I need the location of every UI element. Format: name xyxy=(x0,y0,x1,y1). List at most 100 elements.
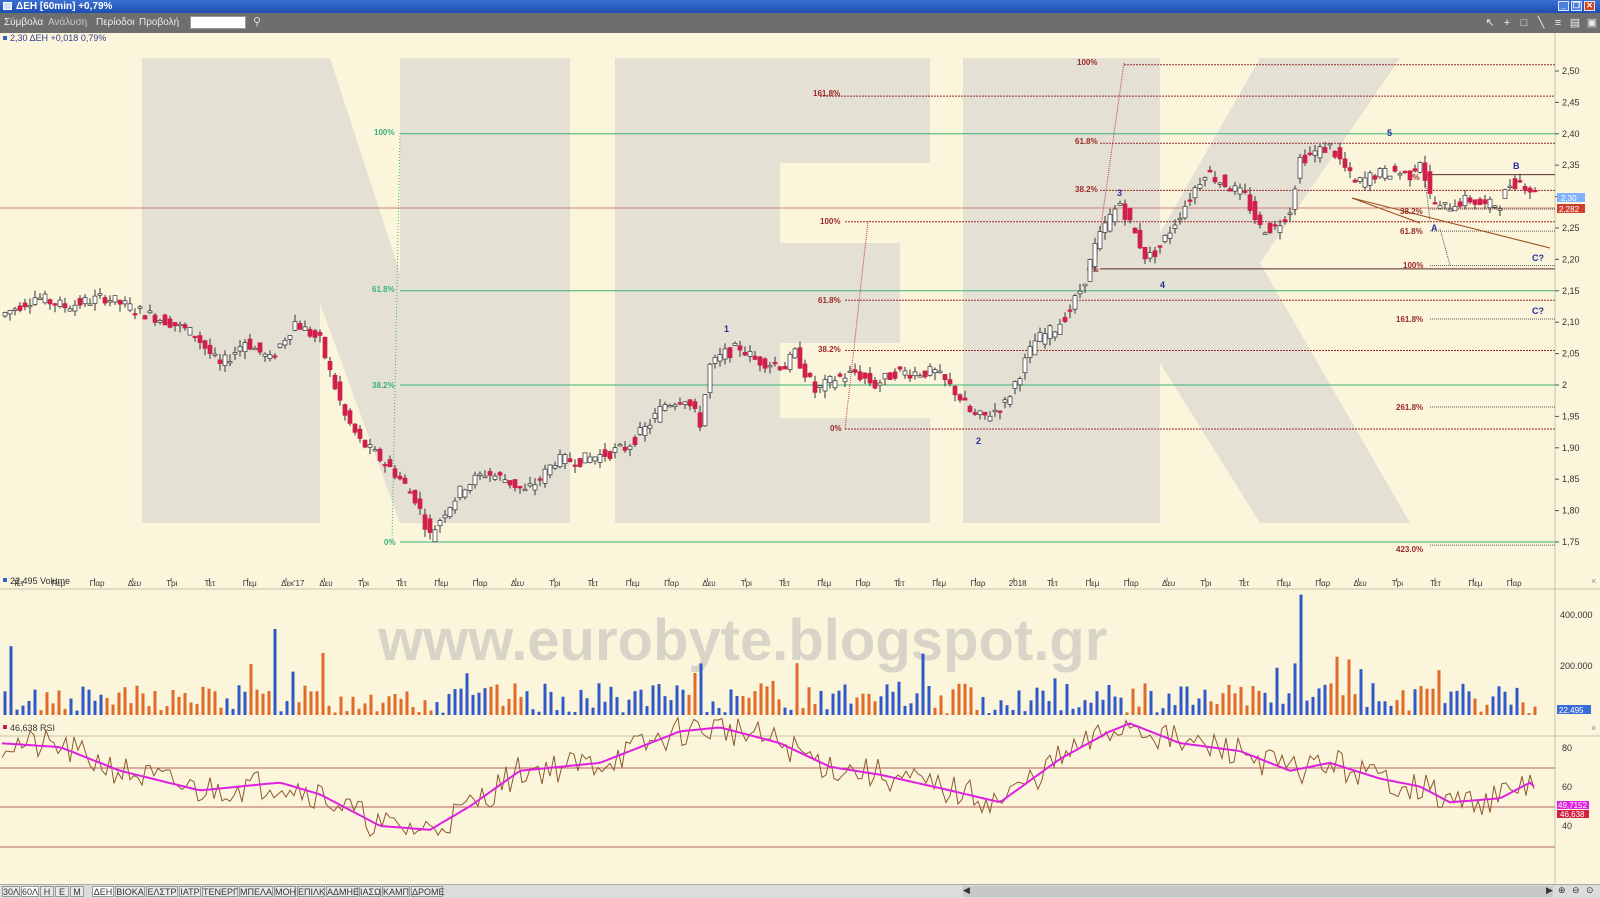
volume-bar xyxy=(765,686,769,715)
candle xyxy=(22,302,28,308)
candle xyxy=(482,475,488,478)
tab-period[interactable]: Ε xyxy=(55,886,69,897)
line-tool-icon[interactable]: ╲ xyxy=(1534,16,1548,30)
candle xyxy=(872,379,878,389)
candle xyxy=(87,303,93,306)
candle xyxy=(1307,152,1313,155)
volume-bar xyxy=(1527,713,1531,715)
volume-bar xyxy=(519,696,523,715)
candle xyxy=(112,295,118,303)
tab-symbol[interactable]: ΑΔΜΗΕ xyxy=(326,886,359,897)
volume-bar xyxy=(873,701,877,715)
volume-bar xyxy=(1503,691,1507,715)
search-input[interactable] xyxy=(190,16,246,29)
candle xyxy=(862,372,868,379)
close-pane-icon[interactable]: × xyxy=(1591,723,1596,733)
volume-bar xyxy=(693,673,697,715)
wave-label-5: 5 xyxy=(1387,128,1392,138)
volume-bar xyxy=(1053,678,1057,715)
rectangle-icon[interactable]: □ xyxy=(1517,16,1531,30)
volume-bar xyxy=(339,696,343,715)
volume-bar xyxy=(1431,688,1435,715)
save-icon[interactable]: ▣ xyxy=(1585,16,1599,30)
horizontal-scrollbar[interactable] xyxy=(963,886,1553,897)
rsi-tick: 60 xyxy=(1562,782,1572,792)
candle xyxy=(867,373,873,384)
volume-bar xyxy=(465,673,469,715)
volume-bar xyxy=(909,703,913,715)
volume-bar xyxy=(177,696,181,715)
candle xyxy=(322,336,328,359)
tab-symbol[interactable]: ΤΕΝΕΡΓ xyxy=(202,886,238,897)
tab-period[interactable]: 30Λ xyxy=(2,886,20,897)
volume-bar xyxy=(609,686,613,715)
menu-analysis[interactable]: Ανάλυση xyxy=(48,17,87,28)
menu-lines-icon[interactable]: ≡ xyxy=(1551,16,1565,30)
scroll-left-icon[interactable]: ◀ xyxy=(963,885,970,896)
time-label: Τετ xyxy=(13,579,25,588)
volume-bar xyxy=(1209,701,1213,715)
tab-symbol[interactable]: ΜΟΗ xyxy=(274,886,296,897)
menu-symbols[interactable]: Σύμβολα xyxy=(4,17,43,28)
tab-symbol[interactable]: ΔΕΗ xyxy=(92,886,114,897)
volume-bar xyxy=(789,709,793,715)
fib-label: 61.8% xyxy=(1075,137,1098,146)
tab-symbol[interactable]: ΕΠΙΛΚ xyxy=(297,886,325,897)
layers-icon[interactable]: ▤ xyxy=(1568,16,1582,30)
close-pane-icon[interactable]: × xyxy=(1591,576,1596,586)
minimize-icon[interactable]: _ xyxy=(1558,1,1569,11)
volume-bar xyxy=(711,701,715,715)
volume-bar xyxy=(159,710,163,715)
zoom-fit-icon[interactable]: ⊙ xyxy=(1586,885,1594,896)
candle xyxy=(107,300,113,303)
zoom-out-icon[interactable]: ⊖ xyxy=(1572,885,1580,896)
candle xyxy=(1177,217,1183,221)
candle xyxy=(1072,295,1078,310)
candle xyxy=(402,477,408,484)
tab-period[interactable]: 60Λ xyxy=(21,886,39,897)
volume-bar xyxy=(1011,709,1015,715)
zoom-in-icon[interactable]: ⊕ xyxy=(1558,885,1566,896)
volume-bar xyxy=(417,712,421,715)
volume-bar xyxy=(1251,686,1255,715)
volume-bar xyxy=(813,703,817,715)
tab-symbol[interactable]: ΕΛΣΤΡ xyxy=(146,886,178,897)
candle xyxy=(1327,143,1333,146)
candle xyxy=(1477,198,1483,206)
tab-symbol[interactable]: ΔΡΟΜΕ xyxy=(411,886,445,897)
volume-bar xyxy=(237,685,241,715)
volume-bar xyxy=(999,700,1003,715)
tab-symbol[interactable]: ΙΑΤΡ xyxy=(179,886,201,897)
volume-bar xyxy=(57,690,61,715)
volume-bar xyxy=(735,696,739,715)
chart-area[interactable]: www.eurobyte.blogspot.gr 2,30 ΔΕΗ +0,018… xyxy=(0,33,1600,884)
search-icon[interactable]: ⚲ xyxy=(253,16,267,29)
volume-bar xyxy=(411,707,415,715)
volume-bar xyxy=(201,686,205,715)
candle xyxy=(552,465,558,469)
tab-symbol[interactable]: ΒΙΟΚΑ xyxy=(115,886,145,897)
scroll-right-icon[interactable]: ▶ xyxy=(1546,885,1553,896)
tab-symbol[interactable]: ΙΑΣΩ xyxy=(359,886,381,897)
menu-view[interactable]: Προβολή xyxy=(139,17,179,28)
tab-symbol[interactable]: ΚΑΜΠ xyxy=(382,886,410,897)
volume-bar xyxy=(87,689,91,715)
close-icon[interactable]: ✕ xyxy=(1584,1,1595,11)
tab-period[interactable]: Μ xyxy=(70,886,84,897)
candle xyxy=(922,370,928,378)
candle xyxy=(1247,194,1253,211)
volume-bar xyxy=(489,686,493,715)
time-label: Δεκ'17 xyxy=(281,579,305,588)
candle xyxy=(1377,168,1383,178)
restore-icon[interactable]: ❐ xyxy=(1571,1,1582,11)
tab-symbol[interactable]: ΜΠΕΛΑ xyxy=(239,886,273,897)
crosshair-icon[interactable]: + xyxy=(1500,16,1514,30)
price-legend-marker xyxy=(3,36,7,40)
candle xyxy=(102,297,108,304)
menu-periods[interactable]: Περίοδοι xyxy=(96,17,135,28)
candle xyxy=(142,315,148,320)
tab-period[interactable]: Η xyxy=(40,886,54,897)
cursor-icon[interactable]: ↖ xyxy=(1483,16,1497,30)
volume-bar xyxy=(1179,686,1183,715)
volume-bar xyxy=(309,691,313,715)
